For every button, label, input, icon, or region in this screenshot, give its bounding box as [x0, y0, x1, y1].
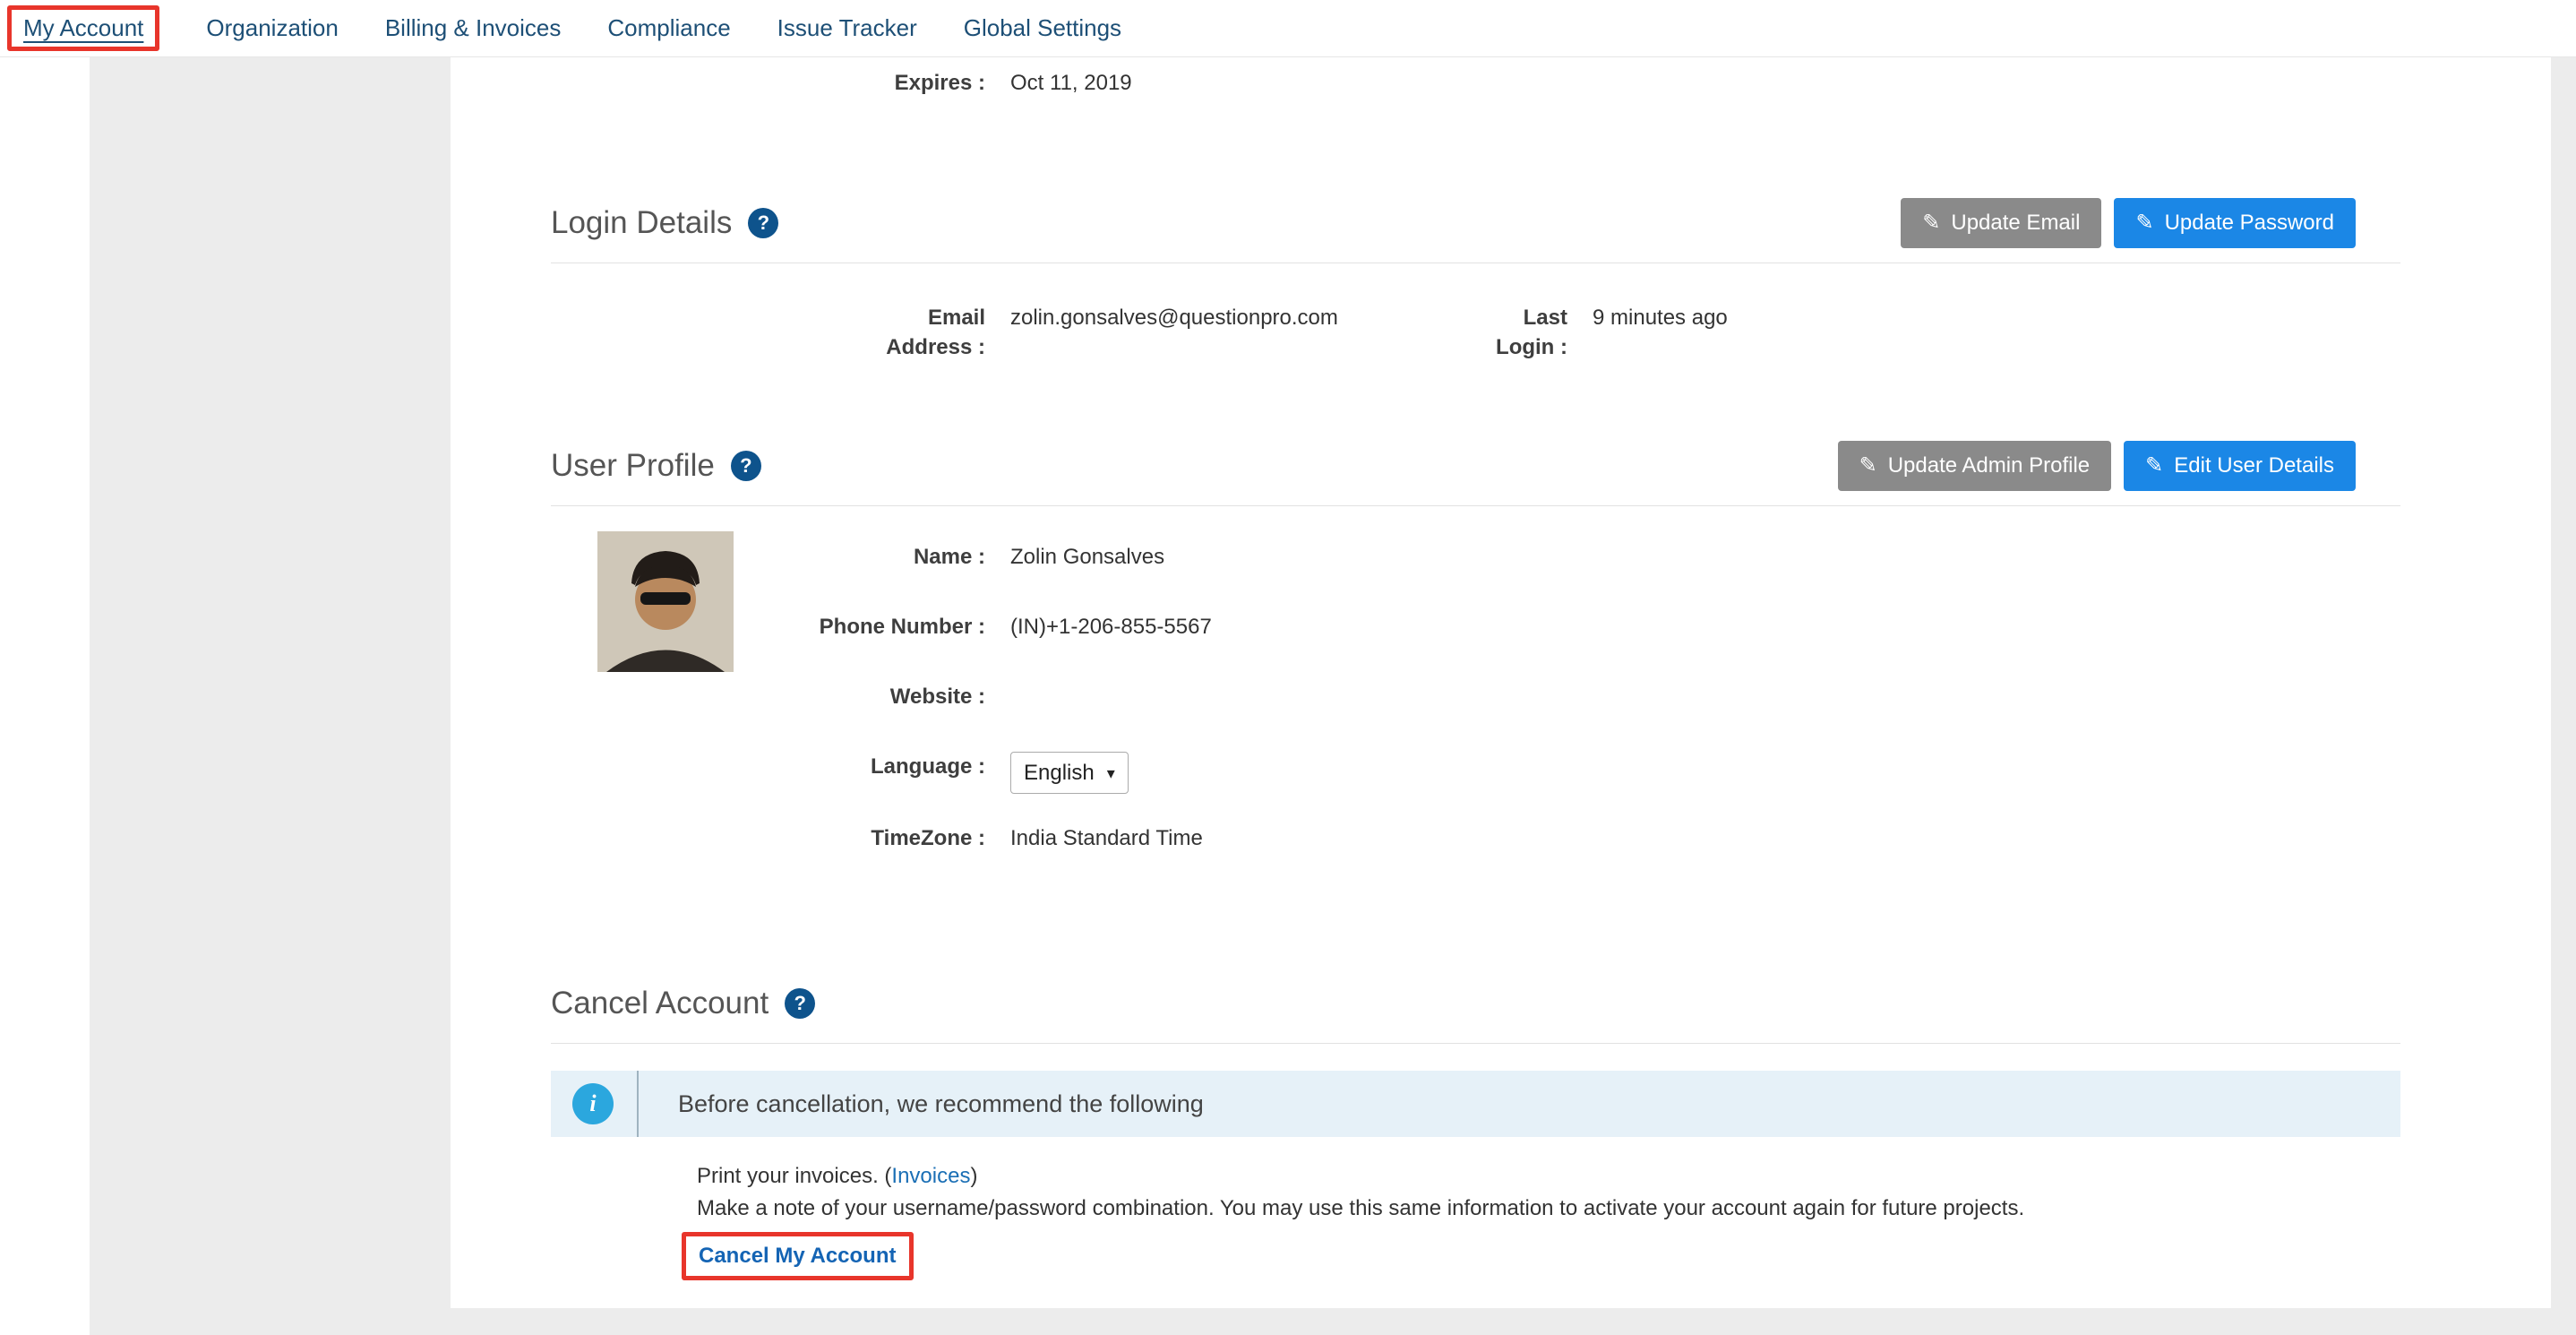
email-address-value: zolin.gonsalves@questionpro.com [1010, 303, 1338, 332]
nav-item-my-account[interactable]: My Account [23, 14, 143, 42]
profile-photo [597, 531, 734, 672]
help-icon[interactable]: ? [731, 451, 761, 481]
top-navigation: My Account Organization Billing & Invoic… [0, 0, 2576, 57]
login-details-title: Login Details [551, 205, 732, 241]
caret-down-icon: ▾ [1107, 765, 1115, 781]
cancel-info-title: Before cancellation, we recommend the fo… [678, 1090, 1204, 1118]
edit-icon: ✎ [1859, 455, 1877, 477]
last-login-value: 9 minutes ago [1593, 303, 1728, 332]
email-address-label: Email Address : [551, 303, 985, 362]
help-icon[interactable]: ? [785, 988, 815, 1019]
left-panel [0, 57, 90, 1335]
recommendation-line-2: Make a note of your username/password co… [697, 1193, 2400, 1225]
edit-icon: ✎ [1922, 212, 1940, 234]
nav-item-global-settings[interactable]: Global Settings [964, 14, 1121, 42]
edit-user-details-button[interactable]: ✎ Edit User Details [2124, 441, 2356, 491]
user-profile-section: Name : Zolin Gonsalves Phone Number : (I… [551, 506, 2400, 853]
user-profile-header: User Profile ? ✎ Update Admin Profile ✎ … [551, 441, 2400, 491]
account-settings-panel: Expires : Oct 11, 2019 Login Details ? ✎… [451, 57, 2551, 1308]
website-label: Website : [551, 682, 985, 711]
edit-user-details-label: Edit User Details [2174, 453, 2334, 478]
invoices-link[interactable]: Invoices [891, 1164, 970, 1188]
annotation-box-my-account: My Account [7, 5, 159, 51]
alert-divider [637, 1071, 639, 1137]
nav-item-organization[interactable]: Organization [206, 14, 338, 42]
timezone-label: TimeZone : [551, 823, 985, 853]
login-details-row: Email Address : zolin.gonsalves@question… [551, 303, 2400, 362]
nav-item-billing-invoices[interactable]: Billing & Invoices [385, 14, 562, 42]
login-details-header: Login Details ? ✎ Update Email ✎ Update … [551, 198, 2400, 248]
edit-icon: ✎ [2135, 212, 2153, 234]
language-label: Language : [551, 752, 985, 781]
update-password-button[interactable]: ✎ Update Password [2114, 198, 2356, 248]
edit-icon: ✎ [2145, 455, 2163, 477]
last-login-label: Last Login : [1491, 303, 1567, 362]
update-password-label: Update Password [2165, 211, 2334, 236]
update-admin-profile-button[interactable]: ✎ Update Admin Profile [1838, 441, 2112, 491]
profile-website-row: Website : [551, 682, 2400, 711]
info-icon: i [572, 1083, 614, 1124]
profile-language-row: Language : English ▾ [551, 752, 2400, 794]
expires-value: Oct 11, 2019 [1010, 68, 1132, 98]
name-value: Zolin Gonsalves [1010, 542, 1164, 572]
expires-label: Expires : [551, 68, 985, 98]
nav-item-issue-tracker[interactable]: Issue Tracker [777, 14, 917, 42]
cancel-account-title: Cancel Account [551, 986, 769, 1021]
annotation-box-cancel: Cancel My Account [682, 1232, 914, 1280]
profile-phone-row: Phone Number : (IN)+1-206-855-5567 [551, 612, 2400, 642]
line1-prefix: Print your invoices. ( [697, 1164, 891, 1188]
cancel-info-alert: i Before cancellation, we recommend the … [551, 1071, 2400, 1137]
update-email-button[interactable]: ✎ Update Email [1901, 198, 2101, 248]
divider [551, 1043, 2400, 1044]
user-profile-title: User Profile [551, 448, 715, 484]
nav-item-compliance[interactable]: Compliance [607, 14, 730, 42]
update-admin-profile-label: Update Admin Profile [1888, 453, 2090, 478]
timezone-value: India Standard Time [1010, 823, 1203, 853]
phone-number-value: (IN)+1-206-855-5567 [1010, 612, 1212, 642]
profile-timezone-row: TimeZone : India Standard Time [551, 823, 2400, 853]
line1-suffix: ) [970, 1164, 977, 1188]
license-expires-row: Expires : Oct 11, 2019 [551, 68, 2400, 98]
help-icon[interactable]: ? [748, 208, 778, 238]
language-select[interactable]: English ▾ [1010, 752, 1129, 794]
cancel-my-account-link[interactable]: Cancel My Account [699, 1244, 897, 1268]
recommendation-line-1: Print your invoices. (Invoices) [697, 1160, 2400, 1193]
language-selected-value: English [1024, 758, 1095, 788]
update-email-label: Update Email [1951, 211, 2080, 236]
cancel-recommendations: Print your invoices. (Invoices) Make a n… [697, 1160, 2400, 1225]
profile-name-row: Name : Zolin Gonsalves [551, 542, 2400, 572]
cancel-account-header: Cancel Account ? [551, 978, 2400, 1029]
